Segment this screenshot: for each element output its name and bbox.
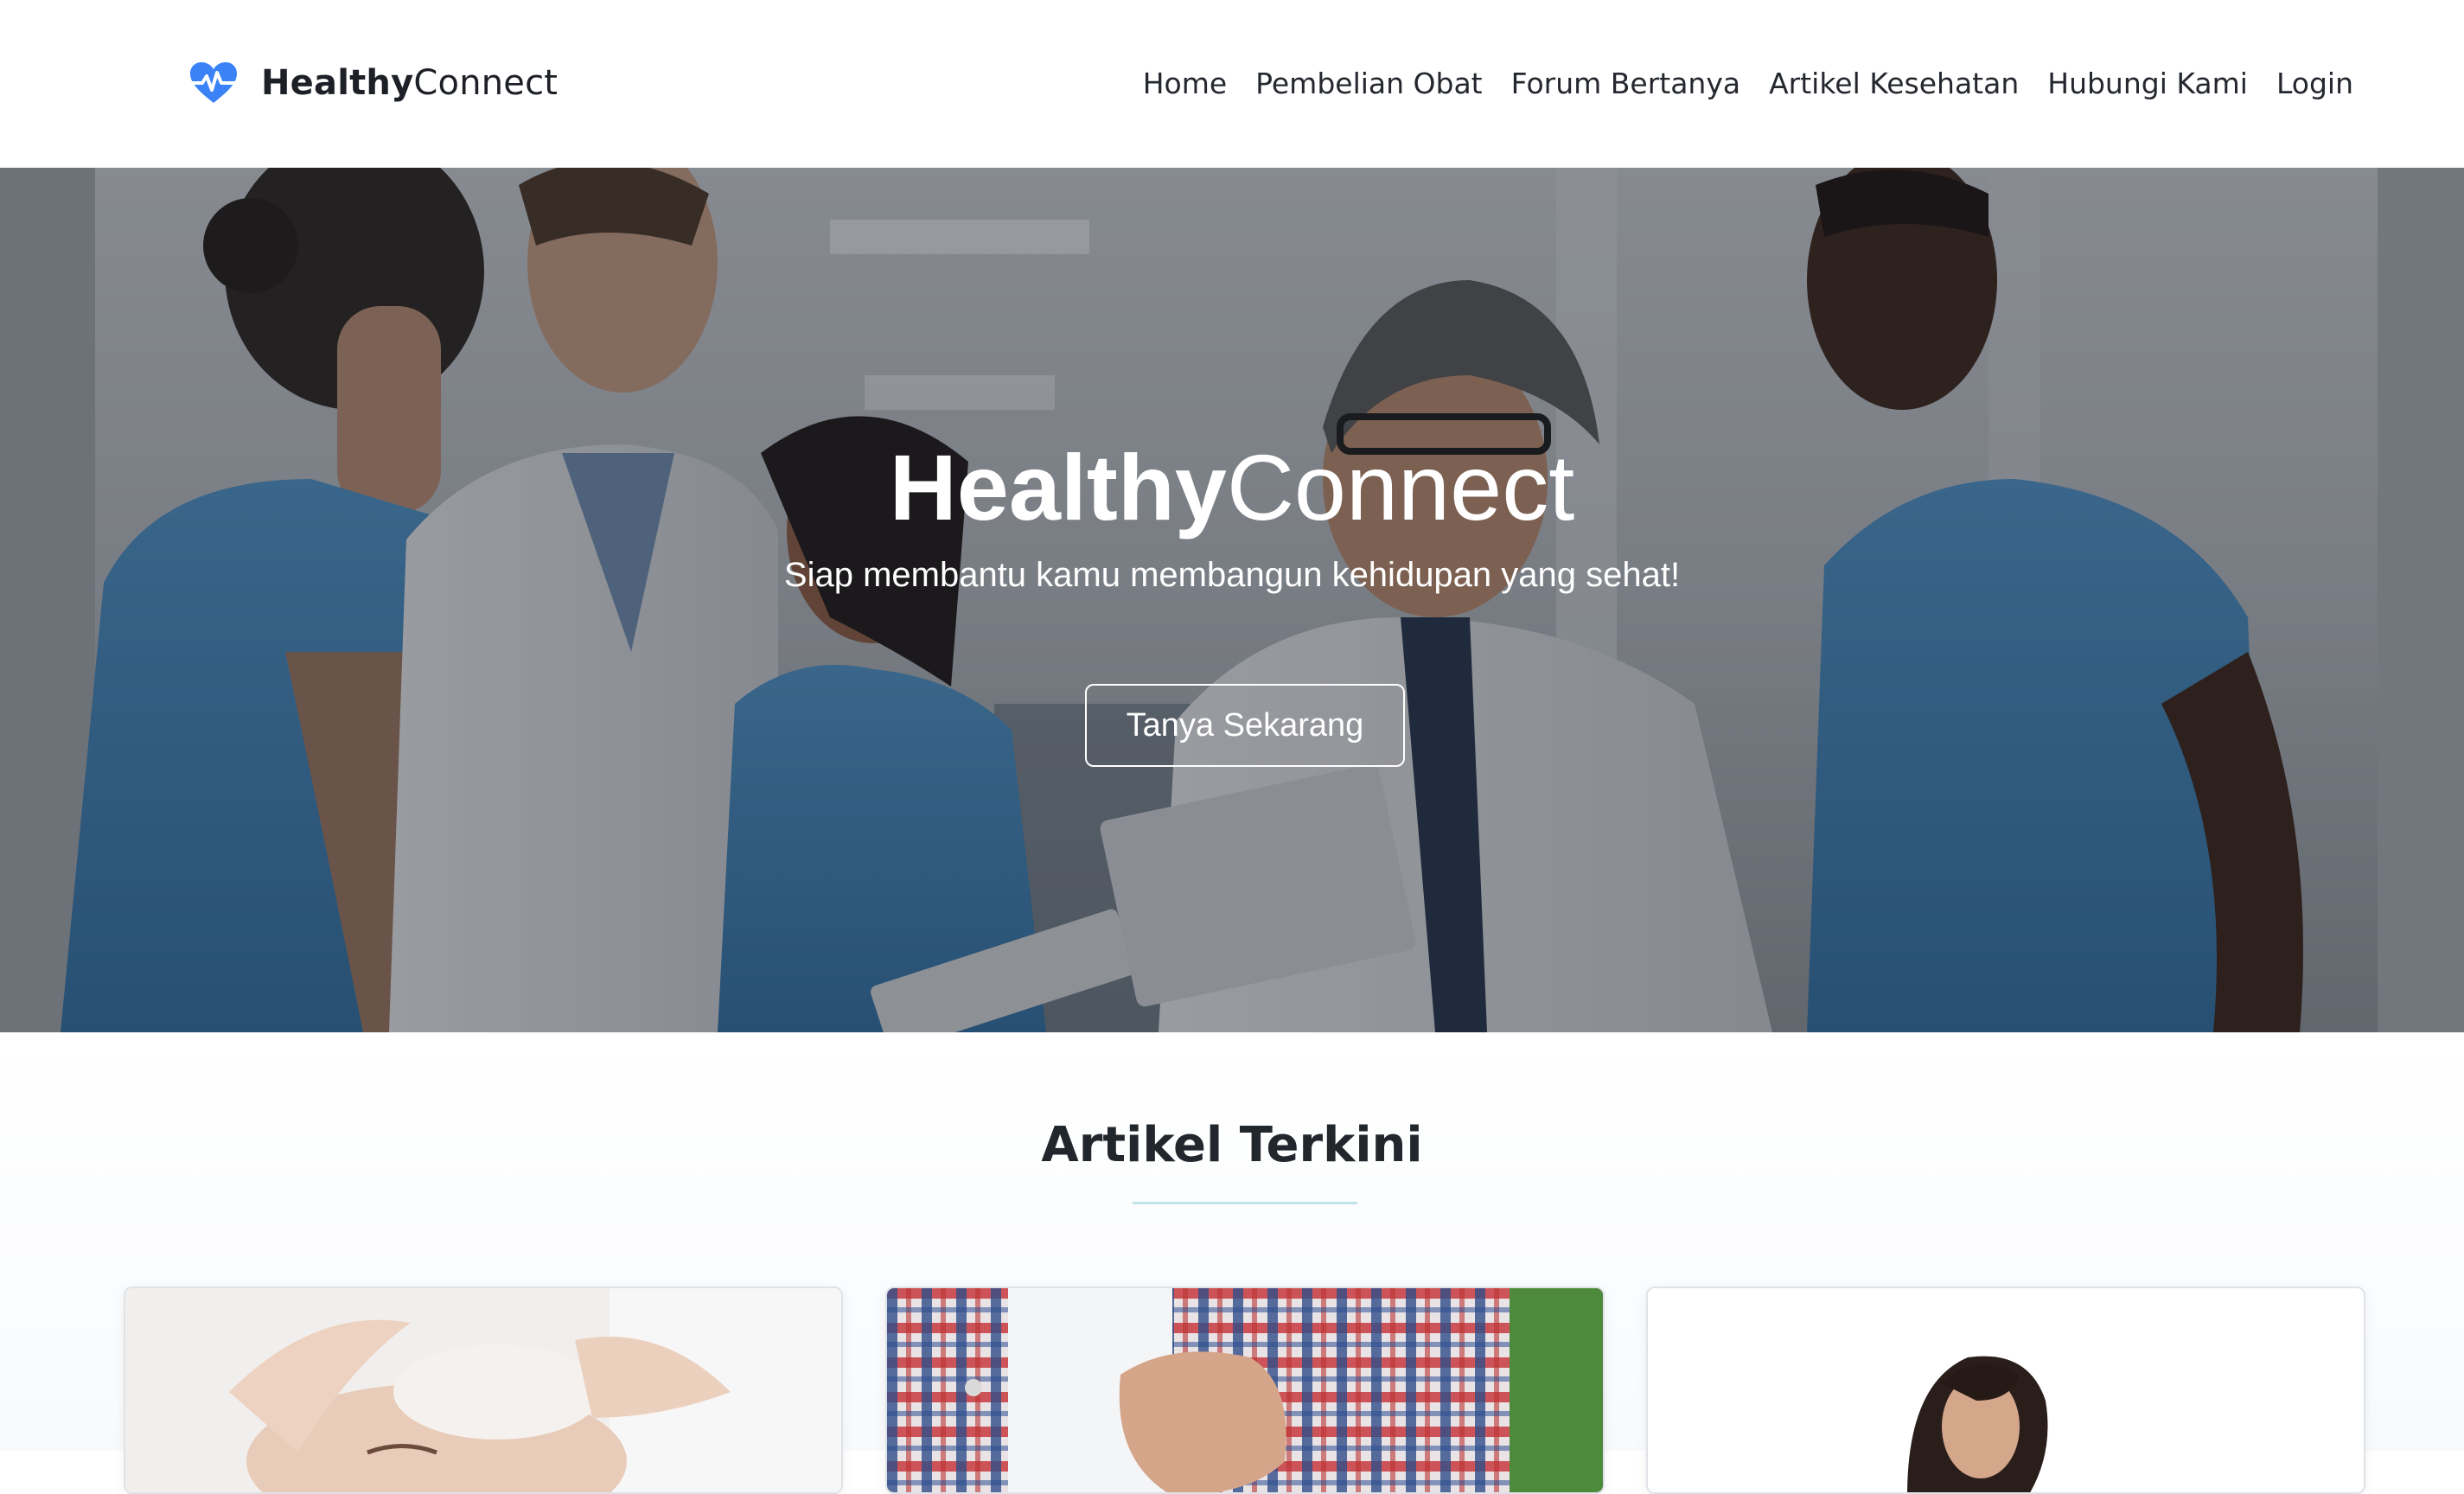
hero-content: HealthyConnect Siap membantu kamu memban… [0, 168, 2464, 1032]
article-image-chest-pain [887, 1288, 1603, 1492]
nav-home[interactable]: Home [1143, 67, 1227, 100]
hero-title: HealthyConnect [0, 436, 2464, 540]
hero-subtitle: Siap membantu kamu membangun kehidupan y… [783, 556, 1681, 594]
hero-title-bold: Healthy [889, 435, 1227, 540]
nav-forum-bertanya[interactable]: Forum Bertanya [1511, 67, 1740, 100]
article-card[interactable] [1646, 1286, 2365, 1494]
title-underline [1133, 1202, 1357, 1204]
tanya-sekarang-button[interactable]: Tanya Sekarang [1085, 684, 1405, 767]
brand-logo-link[interactable]: HealthyConnect [188, 55, 558, 111]
hero-section: HealthyConnect Siap membantu kamu memban… [0, 168, 2464, 1032]
nav-pembelian-obat[interactable]: Pembelian Obat [1255, 67, 1482, 100]
main-nav: Home Pembelian Obat Forum Bertanya Artik… [1143, 59, 2353, 107]
nav-login[interactable]: Login [2276, 67, 2353, 100]
article-image-facial-treatment [125, 1288, 841, 1492]
nav-artikel-kesehatan[interactable]: Artikel Kesehatan [1769, 67, 2019, 100]
brand-name-light: Connect [413, 63, 559, 103]
navbar: HealthyConnect Home Pembelian Obat Forum… [0, 0, 2464, 168]
brand-name-bold: Healthy [261, 63, 414, 103]
article-card[interactable] [885, 1286, 1605, 1494]
articles-title: Artikel Terkini [1041, 1117, 1423, 1173]
hero-title-light: Connect [1226, 435, 1575, 540]
nav-hubungi-kami[interactable]: Hubungi Kami [2047, 67, 2248, 100]
brand-name: HealthyConnect [261, 63, 558, 103]
articles-section: Artikel Terkini [0, 1032, 2464, 1494]
article-image-woman-portrait [1648, 1288, 2364, 1492]
article-card[interactable] [124, 1286, 843, 1494]
heart-pulse-icon [188, 61, 239, 105]
